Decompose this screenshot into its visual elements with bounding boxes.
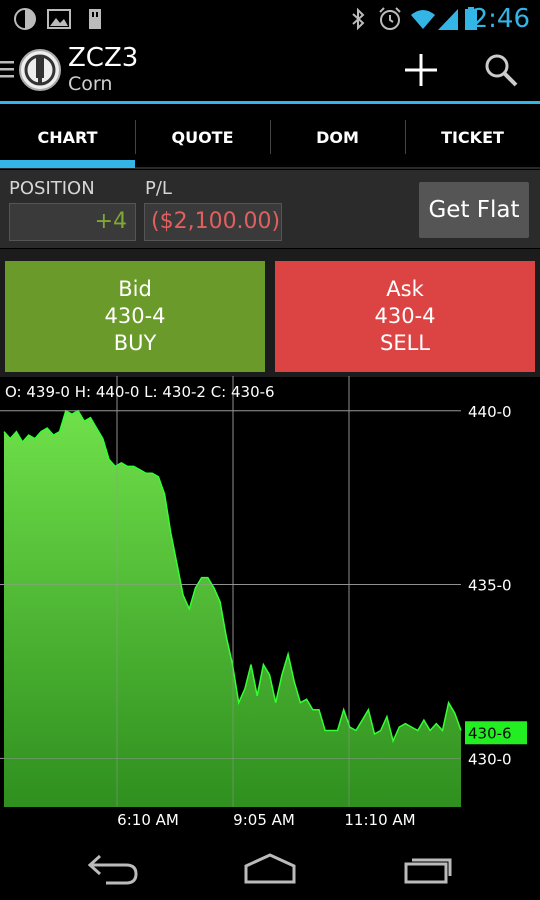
pl-value: ($2,100.00) xyxy=(151,209,281,234)
bid-title: Bid xyxy=(118,277,152,301)
x-tick-label: 9:05 AM xyxy=(233,811,295,828)
pl-label: P/L xyxy=(145,178,172,199)
last-price-label: 430-6 xyxy=(468,724,512,742)
bid-action: BUY xyxy=(113,331,157,355)
y-tick-label: 440-0 xyxy=(468,403,512,421)
position-panel: POSITION +4 P/L ($2,100.00) Get Flat xyxy=(0,170,540,248)
bid-ask-panel: Bid 430-4 BUY Ask 430-4 SELL xyxy=(0,249,540,377)
clock-time: 2:46 xyxy=(471,4,530,34)
ask-sell-button[interactable]: Ask 430-4 SELL xyxy=(275,261,535,372)
bluetooth-icon xyxy=(352,7,365,31)
add-icon[interactable] xyxy=(403,52,439,88)
tab-dom[interactable]: DOM xyxy=(270,104,405,170)
tab-selected-indicator xyxy=(0,160,135,168)
y-tick-label: 430-0 xyxy=(468,750,512,768)
navigation-bar xyxy=(0,828,540,900)
bid-price: 430-4 xyxy=(104,304,166,328)
notification-circle-icon xyxy=(14,8,36,30)
position-value: +4 xyxy=(94,209,127,234)
sd-card-icon xyxy=(89,9,101,29)
home-icon[interactable] xyxy=(242,852,298,884)
bid-buy-button[interactable]: Bid 430-4 BUY xyxy=(5,261,265,372)
ask-price: 430-4 xyxy=(374,304,436,328)
price-chart[interactable]: 440-0 435-0 430-0 6:10 AM 9:05 AM 11:10 AM 430… xyxy=(0,376,540,828)
ask-title: Ask xyxy=(386,277,424,301)
ask-action: SELL xyxy=(380,331,430,355)
image-icon xyxy=(47,9,71,29)
menu-icon[interactable] xyxy=(0,59,14,79)
x-tick-label: 11:10 AM xyxy=(344,811,415,828)
signal-icon xyxy=(438,9,458,30)
instrument-symbol: ZCZ3 xyxy=(68,43,139,73)
y-tick-label: 435-0 xyxy=(468,577,512,595)
ohlc-summary: O: 439-0 H: 440-0 L: 430-2 C: 430-6 xyxy=(5,383,275,401)
tab-quote[interactable]: QUOTE xyxy=(135,104,270,170)
back-icon[interactable] xyxy=(86,852,140,886)
action-bar: ZCZ3 Corn xyxy=(0,38,540,101)
alarm-icon xyxy=(379,7,401,30)
pl-value-box: ($2,100.00) xyxy=(144,203,282,241)
recents-icon[interactable] xyxy=(402,852,456,884)
position-value-box: +4 xyxy=(9,203,136,241)
wifi-icon xyxy=(411,10,435,29)
get-flat-button[interactable]: Get Flat xyxy=(419,182,529,238)
search-icon[interactable] xyxy=(483,52,519,88)
app-logo-icon[interactable] xyxy=(18,48,62,92)
status-bar: 2:46 xyxy=(0,0,540,38)
instrument-name: Corn xyxy=(68,73,113,95)
tab-ticket[interactable]: TICKET xyxy=(405,104,540,170)
x-tick-label: 6:10 AM xyxy=(117,811,179,828)
position-label: POSITION xyxy=(9,178,95,199)
